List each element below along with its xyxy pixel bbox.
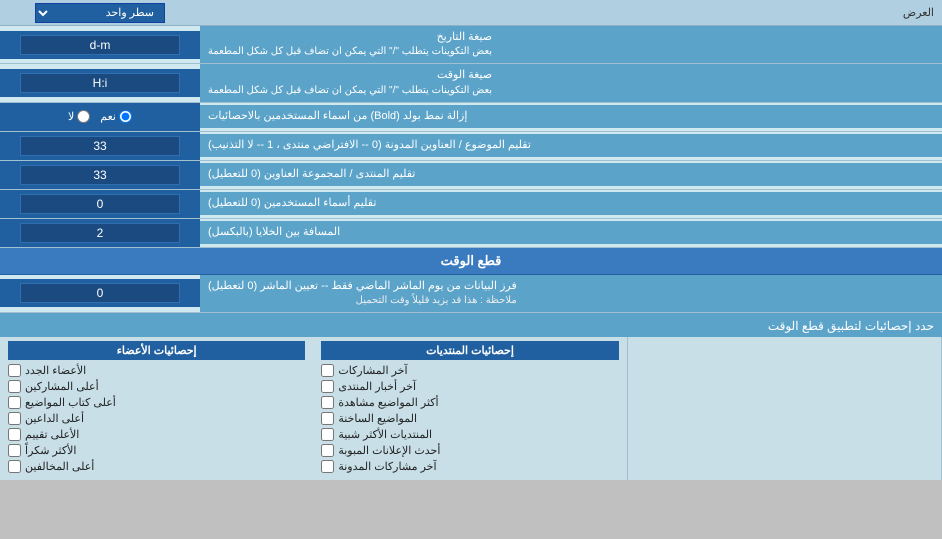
member-stats-header: إحصائيات الأعضاء	[8, 341, 305, 360]
date-format-label: صيغة التاريخ بعض التكوينات يتطلب "/" الت…	[200, 26, 942, 63]
time-format-label: صيغة الوقت بعض التكوينات يتطلب "/" التي …	[200, 64, 942, 101]
stats-col-forum: إحصائيات المنتديات آخر المشاركات آخر أخب…	[313, 337, 627, 480]
forum-stats-header: إحصائيات المنتديات	[321, 341, 618, 360]
forum-stat-4-checkbox[interactable]	[321, 412, 334, 425]
member-stat-5-checkbox[interactable]	[8, 428, 21, 441]
cutoff-row: فرز البيانات من يوم الماشر الماضي فقط --…	[0, 275, 942, 313]
time-format-input[interactable]	[20, 73, 180, 93]
forum-stat-1[interactable]: آخر المشاركات	[321, 364, 618, 377]
bold-no-radio[interactable]	[77, 110, 90, 123]
member-stat-7-checkbox[interactable]	[8, 460, 21, 473]
forum-titles-row: تقليم المنتدى / المجموعة العناوين (0 للت…	[0, 161, 942, 190]
forum-stat-2-checkbox[interactable]	[321, 380, 334, 393]
usernames-input[interactable]	[20, 194, 180, 214]
member-stat-1-checkbox[interactable]	[8, 364, 21, 377]
topic-titles-label: تقليم الموضوع / العناوين المدونة (0 -- ا…	[200, 134, 942, 157]
cell-spacing-input[interactable]	[20, 223, 180, 243]
member-stat-6-checkbox[interactable]	[8, 444, 21, 457]
member-stat-1[interactable]: الأعضاء الجدد	[8, 364, 305, 377]
topic-titles-input-area[interactable]	[0, 132, 200, 160]
forum-stat-6[interactable]: أحدث الإعلانات المبوبة	[321, 444, 618, 457]
usernames-row: تقليم أسماء المستخدمين (0 للتعطيل)	[0, 190, 942, 219]
time-format-row: صيغة الوقت بعض التكوينات يتطلب "/" التي …	[0, 64, 942, 102]
forum-stat-3[interactable]: أكثر المواضيع مشاهدة	[321, 396, 618, 409]
stats-col-member: إحصائيات الأعضاء الأعضاء الجدد أعلى المش…	[0, 337, 313, 480]
cell-spacing-row: المسافة بين الخلايا (بالبكسل)	[0, 219, 942, 248]
topic-titles-row: تقليم الموضوع / العناوين المدونة (0 -- ا…	[0, 132, 942, 161]
member-stat-3[interactable]: أعلى كتاب المواضيع	[8, 396, 305, 409]
member-stat-7[interactable]: أعلى المخالفين	[8, 460, 305, 473]
member-stat-5[interactable]: الأعلى تقييم	[8, 428, 305, 441]
forum-titles-label: تقليم المنتدى / المجموعة العناوين (0 للت…	[200, 163, 942, 186]
bold-remove-radio-area[interactable]: نعم لا	[0, 103, 200, 131]
time-format-input-area[interactable]	[0, 69, 200, 97]
forum-titles-input-area[interactable]	[0, 161, 200, 189]
bold-yes-radio[interactable]	[119, 110, 132, 123]
forum-stat-5[interactable]: المنتديات الأكثر شبية	[321, 428, 618, 441]
bold-yes-label[interactable]: نعم	[100, 110, 132, 123]
stats-col-right	[628, 337, 942, 480]
date-format-input-area[interactable]	[0, 31, 200, 59]
member-stat-2-checkbox[interactable]	[8, 380, 21, 393]
forum-stat-4[interactable]: المواضيع الساخنة	[321, 412, 618, 425]
member-stat-2[interactable]: أعلى المشاركين	[8, 380, 305, 393]
topic-titles-input[interactable]	[20, 136, 180, 156]
cutoff-section-header: قطع الوقت	[0, 248, 942, 275]
display-select[interactable]: سطر واحد سطرين ثلاثة أسطر	[35, 3, 165, 23]
cutoff-input-area[interactable]	[0, 279, 200, 307]
usernames-input-area[interactable]	[0, 190, 200, 218]
date-format-input[interactable]	[20, 35, 180, 55]
cell-spacing-input-area[interactable]	[0, 219, 200, 247]
member-stat-6[interactable]: الأكثر شكراً	[8, 444, 305, 457]
bold-remove-label: إزالة نمط بولد (Bold) من اسماء المستخدمي…	[200, 105, 942, 128]
forum-stat-3-checkbox[interactable]	[321, 396, 334, 409]
stats-apply-label: حدد إحصائيات لتطبيق قطع الوقت	[0, 315, 942, 337]
forum-titles-input[interactable]	[20, 165, 180, 185]
stats-section: حدد إحصائيات لتطبيق قطع الوقت إحصائيات ا…	[0, 313, 942, 480]
member-stat-4[interactable]: أعلى الداعين	[8, 412, 305, 425]
member-stat-4-checkbox[interactable]	[8, 412, 21, 425]
top-label: العرض	[200, 3, 942, 22]
display-select-area[interactable]: سطر واحد سطرين ثلاثة أسطر	[0, 1, 200, 25]
forum-stat-7[interactable]: آخر مشاركات المدونة	[321, 460, 618, 473]
cell-spacing-label: المسافة بين الخلايا (بالبكسل)	[200, 221, 942, 244]
bold-no-label[interactable]: لا	[68, 110, 90, 123]
forum-stat-2[interactable]: آخر أخبار المنتدى	[321, 380, 618, 393]
cutoff-label: فرز البيانات من يوم الماشر الماضي فقط --…	[200, 275, 942, 312]
forum-stat-5-checkbox[interactable]	[321, 428, 334, 441]
date-format-row: صيغة التاريخ بعض التكوينات يتطلب "/" الت…	[0, 26, 942, 64]
forum-stat-6-checkbox[interactable]	[321, 444, 334, 457]
forum-stat-7-checkbox[interactable]	[321, 460, 334, 473]
bold-remove-row: إزالة نمط بولد (Bold) من اسماء المستخدمي…	[0, 103, 942, 132]
stats-grid: إحصائيات المنتديات آخر المشاركات آخر أخب…	[0, 337, 942, 480]
cutoff-input[interactable]	[20, 283, 180, 303]
member-stat-3-checkbox[interactable]	[8, 396, 21, 409]
usernames-label: تقليم أسماء المستخدمين (0 للتعطيل)	[200, 192, 942, 215]
forum-stat-1-checkbox[interactable]	[321, 364, 334, 377]
